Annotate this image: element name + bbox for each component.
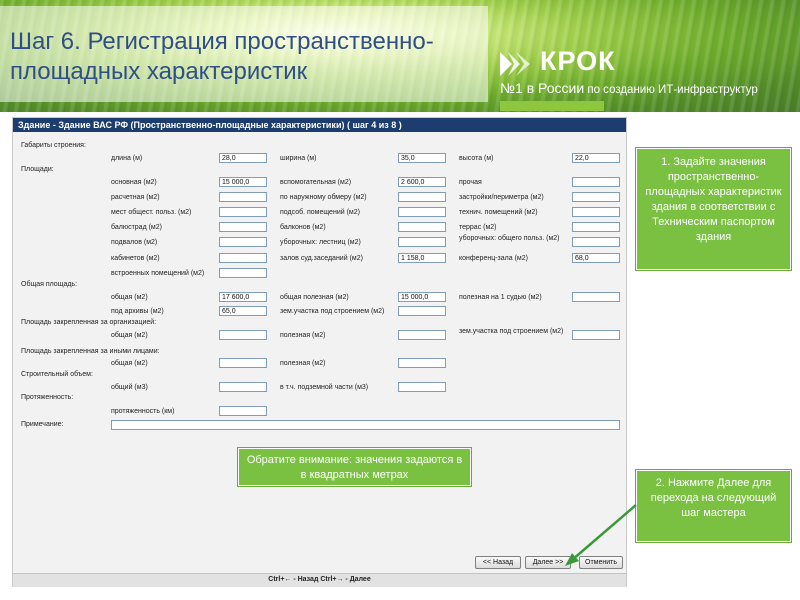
pointer-arrow-icon: [565, 504, 637, 566]
